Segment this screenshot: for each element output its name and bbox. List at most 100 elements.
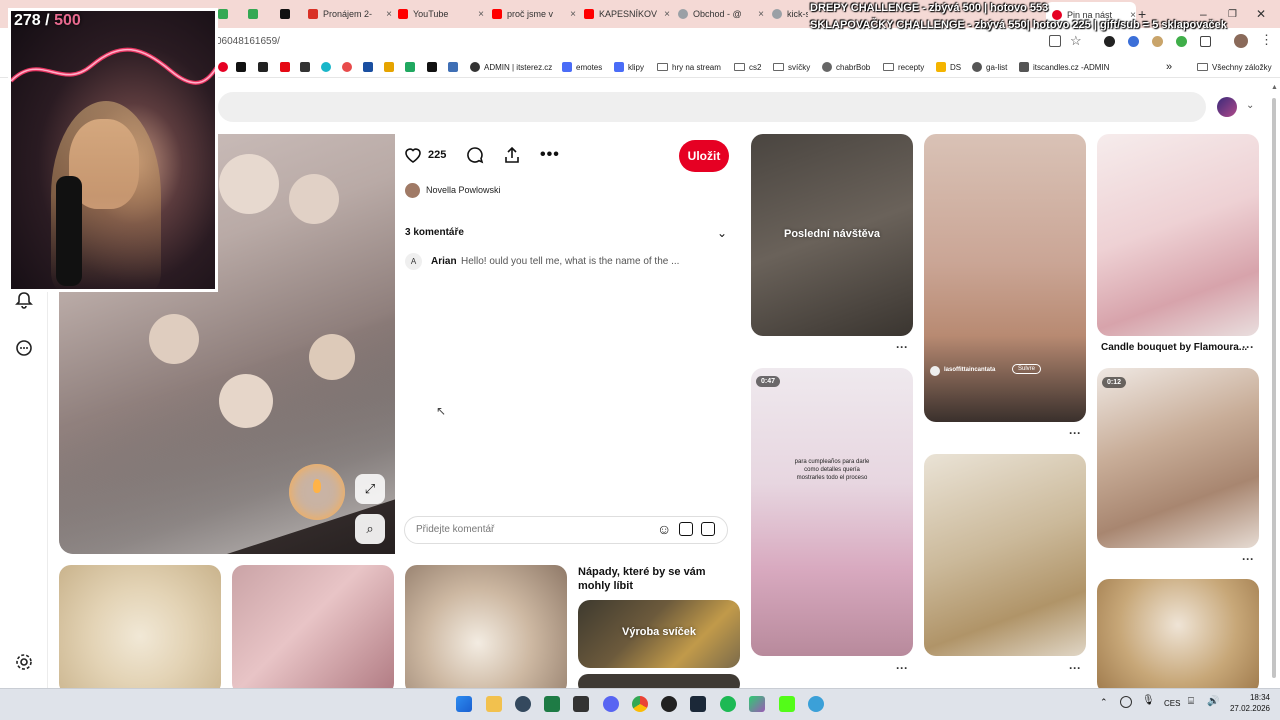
bookmark-icon-only[interactable]: [280, 60, 294, 74]
bookmark-icon-only[interactable]: [448, 60, 462, 74]
extension-icon[interactable]: [1104, 36, 1115, 47]
app-icon[interactable]: [749, 696, 765, 712]
more-options-icon[interactable]: ···: [1242, 552, 1254, 566]
close-tab-icon[interactable]: ×: [472, 9, 484, 20]
bookmark-folder[interactable]: cs2: [734, 60, 761, 74]
extension-icon[interactable]: [1152, 36, 1163, 47]
more-options-icon[interactable]: ···: [896, 661, 908, 675]
browser-tab[interactable]: Pronájem 2- ×: [308, 4, 392, 24]
grid-pin-image[interactable]: [1097, 579, 1259, 694]
steam-icon[interactable]: [690, 696, 706, 712]
close-tab-icon[interactable]: ×: [752, 9, 764, 20]
bookmark-emotes[interactable]: emotes: [562, 60, 602, 74]
settings-gear-icon[interactable]: [14, 652, 34, 672]
spotify-icon[interactable]: [720, 696, 736, 712]
url-text[interactable]: 06048161659/: [216, 36, 280, 47]
discord-icon[interactable]: [603, 696, 619, 712]
grid-pin-image[interactable]: [924, 454, 1086, 656]
save-button[interactable]: Uložit: [679, 140, 729, 172]
bookmark-folder[interactable]: svíčky: [773, 60, 810, 74]
sticker-icon[interactable]: [679, 522, 693, 536]
close-tab-icon[interactable]: ×: [380, 9, 392, 20]
user-avatar[interactable]: [1217, 97, 1237, 117]
browser-tab[interactable]: proč jsme v ×: [492, 4, 576, 24]
network-icon[interactable]: ⌸: [1188, 696, 1194, 707]
tray-expand-icon[interactable]: ⌃: [1100, 697, 1108, 708]
bookmark-icon-only[interactable]: [384, 60, 398, 74]
chrome-icon[interactable]: [632, 696, 648, 712]
bookmark-ds[interactable]: DS: [936, 60, 961, 74]
page-scrollbar[interactable]: ▲: [1270, 84, 1278, 684]
extension-icon[interactable]: [1128, 36, 1139, 47]
more-options-icon[interactable]: ···: [1069, 661, 1081, 675]
close-tab-icon[interactable]: ×: [658, 9, 670, 20]
file-explorer-icon[interactable]: [486, 696, 502, 712]
share-icon[interactable]: [502, 145, 522, 165]
close-tab-icon[interactable]: ×: [564, 9, 576, 20]
maximize-icon[interactable]: ❐: [1228, 4, 1240, 24]
search-input[interactable]: [218, 92, 1206, 122]
start-menu-icon[interactable]: [456, 696, 472, 712]
bookmark-icon-only[interactable]: [236, 60, 250, 74]
install-app-icon[interactable]: [1049, 35, 1061, 47]
app-icon[interactable]: [515, 696, 531, 712]
commenter-name[interactable]: Arian: [431, 256, 457, 267]
extensions-puzzle-icon[interactable]: [1200, 36, 1211, 47]
commenter-avatar[interactable]: A: [405, 253, 422, 270]
messages-icon[interactable]: [14, 338, 34, 358]
bookmark-folder[interactable]: hry na stream: [657, 60, 721, 74]
chevron-down-icon[interactable]: ⌄: [1246, 100, 1254, 111]
bookmark-icon-only[interactable]: [218, 60, 232, 74]
more-options-icon[interactable]: •••: [540, 146, 560, 164]
author-name[interactable]: Novella Powlowski: [426, 185, 501, 195]
grid-pin-video[interactable]: [1097, 368, 1259, 548]
expand-icon[interactable]: ⤢: [355, 474, 385, 504]
grid-pin-image[interactable]: [1097, 134, 1259, 336]
browser-tab[interactable]: kick-s: [772, 4, 808, 24]
grid-pin-video[interactable]: para cumpleaños para darle como detalles…: [751, 368, 913, 656]
comment-icon[interactable]: [465, 146, 485, 164]
related-board-card[interactable]: Výroba svíček: [578, 600, 740, 668]
recent-visit-card[interactable]: Poslední návštěva: [751, 134, 913, 336]
language-indicator[interactable]: CES: [1164, 699, 1180, 708]
bookmark-klipy[interactable]: klipy: [614, 60, 644, 74]
bookmark-icon-only[interactable]: [427, 60, 441, 74]
image-upload-icon[interactable]: [701, 522, 715, 536]
microphone-icon[interactable]: 🎙: [1142, 695, 1155, 706]
bookmark-icon-only[interactable]: [258, 60, 272, 74]
extension-icon[interactable]: [1176, 36, 1187, 47]
bookmark-icon-only[interactable]: [342, 60, 356, 74]
bookmark-icon-only[interactable]: [321, 60, 335, 74]
bookmark-ga-list[interactable]: ga-list: [972, 60, 1007, 74]
more-options-icon[interactable]: ···: [1242, 340, 1254, 354]
browser-menu-icon[interactable]: ⋮: [1260, 32, 1273, 48]
bookmark-chabrbob[interactable]: chabrBob: [822, 60, 870, 74]
visual-search-icon[interactable]: ⌕: [355, 514, 385, 544]
bookmark-star-icon[interactable]: ☆: [1070, 33, 1082, 49]
browser-tab[interactable]: Obchod - @ ×: [678, 4, 764, 24]
app-icon[interactable]: [808, 696, 824, 712]
taskbar-clock[interactable]: 18:34 27.02.2026: [1230, 692, 1270, 714]
related-pin-image[interactable]: [405, 565, 567, 695]
more-bookmarks-icon[interactable]: »: [1166, 60, 1172, 74]
bookmark-admin[interactable]: ADMIN | itsterez.cz: [470, 60, 552, 74]
bookmark-icon-only[interactable]: [363, 60, 377, 74]
bookmark-icon-only[interactable]: [405, 60, 419, 74]
pinned-tab[interactable]: [280, 4, 296, 24]
bookmark-itscandles[interactable]: itscandles.cz -ADMIN: [1019, 60, 1109, 74]
profile-avatar[interactable]: [1234, 34, 1248, 48]
emoji-icon[interactable]: ☺: [657, 521, 671, 537]
volume-icon[interactable]: 🔊: [1207, 696, 1219, 707]
kick-icon[interactable]: [779, 696, 795, 712]
heart-icon[interactable]: [403, 146, 423, 164]
all-bookmarks-folder[interactable]: Všechny záložky: [1197, 60, 1272, 74]
more-options-icon[interactable]: ···: [1069, 426, 1081, 440]
browser-tab[interactable]: KAPESNÍKOV ×: [584, 4, 670, 24]
bookmark-icon-only[interactable]: [300, 60, 314, 74]
grid-pin-video[interactable]: lasoffittaincantata Sulvre: [924, 134, 1086, 422]
comments-header[interactable]: 3 komentáře: [405, 227, 464, 238]
app-icon[interactable]: [661, 696, 677, 712]
more-options-icon[interactable]: ···: [896, 340, 908, 354]
pin-caption[interactable]: Candle bouquet by Flamoura...: [1101, 342, 1247, 353]
related-pin-image[interactable]: [59, 565, 221, 695]
